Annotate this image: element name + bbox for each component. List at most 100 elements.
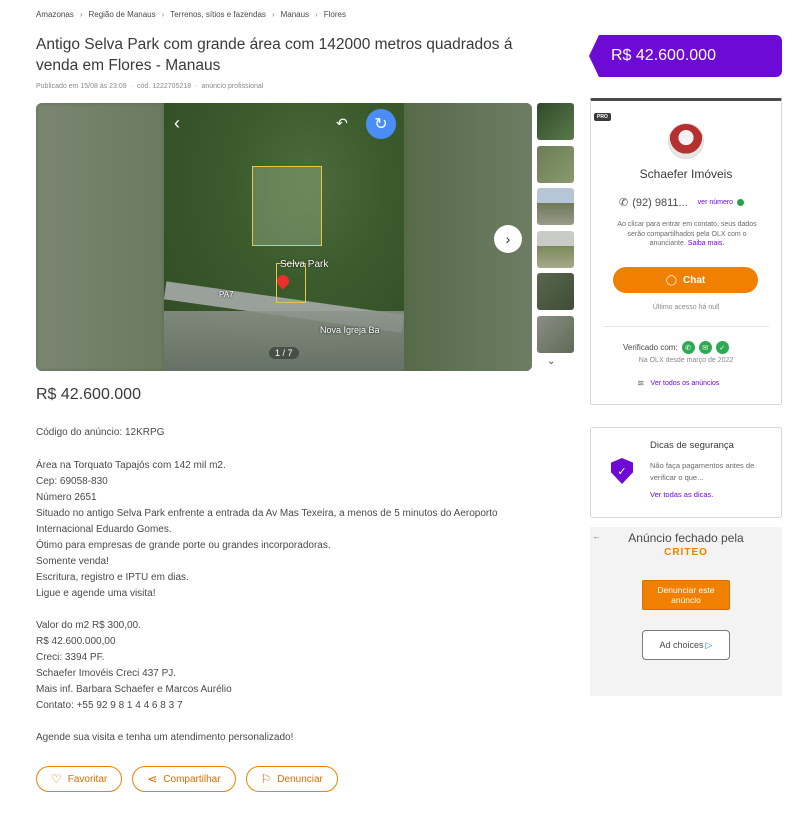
favorite-label: Favoritar [67,773,108,785]
shield-icon: ✓ [611,458,633,484]
breadcrumb-item[interactable]: Região de Manaus [88,10,155,19]
layers-icon: ≋ [637,378,645,388]
description-line: Número 2651 [36,492,97,503]
chat-button[interactable]: ◯ Chat [613,267,758,293]
chat-label: Chat [682,274,706,286]
safety-tips-card: ✓ Dicas de segurança Não faça pagamentos… [590,427,782,518]
price-tag: R$ 42.600.000 [589,35,782,77]
seller-card: PRO Schaefer Imóveis ✆ (92) 9811... ver … [590,98,782,405]
seller-name[interactable]: Schaefer Imóveis [591,167,781,181]
report-label: Denunciar [277,773,323,785]
listing-price: R$ 42.600.000 [36,386,141,403]
favorite-button[interactable]: ♡ Favoritar [36,766,123,792]
map-plot-outline [252,166,322,246]
map-label: Nova Igreja Ba [320,325,380,335]
ad-choices-label: Ad choices [659,640,704,650]
description-line: Agende sua visita e tenha um atendimento… [36,732,294,743]
description-line: Contato: +55 92 9 8 1 4 4 6 8 3 7 [36,700,183,711]
report-ad-button[interactable]: Denunciar este anúncio [642,580,730,610]
breadcrumb: Amazonas › Região de Manaus › Terrenos, … [36,10,346,19]
image-gallery[interactable]: Selva Park PA7 Nova Igreja Ba ‹ ↶ ↻ 1 / … [36,103,532,371]
listing-type: anúncio profissional [201,83,264,90]
all-ads-link[interactable]: ≋ Ver todos os anúncios [637,378,719,389]
chevron-right-icon: › [271,10,275,19]
description-line: Schaefer Imovéis Creci 437 PJ. [36,668,177,679]
description-line: Creci: 3394 PF. [36,652,105,663]
chevron-down-icon[interactable]: ⌄ [547,356,555,367]
thumbnail[interactable] [537,273,574,310]
map-label: Selva Park [280,259,329,270]
meta-separator: · [130,83,134,90]
thumbnail[interactable] [537,103,574,140]
description-line: Ligue e agende uma visita! [36,588,156,599]
breadcrumb-item[interactable]: Terrenos, sítios e fazendas [170,10,266,19]
check-icon [737,199,745,206]
thumbnail-strip [537,103,574,358]
ad-closed-text: Anúncio fechado pela [628,531,744,545]
published-date: Publicado em 15/08 às 23:09 [36,83,127,90]
last-access: Último acesso há null [652,304,720,311]
map-urban-area [164,311,404,371]
all-ads-label: Ver todos os anúncios [650,380,720,387]
heart-icon: ♡ [51,772,62,786]
thumbnail[interactable] [537,188,574,225]
description-line: Valor do m2 R$ 300,00. [36,620,141,631]
description-line: Escritura, registro e IPTU em dias. [36,572,189,583]
map-label: PA7 [219,290,234,299]
description-line: Internacional Eduardo Gomes. [36,524,172,535]
chevron-right-icon: › [161,10,165,19]
refresh-icon: ↻ [366,109,396,139]
main-photo[interactable]: Selva Park PA7 Nova Igreja Ba ‹ ↶ ↻ 1 / … [164,103,404,371]
thumbnail[interactable] [537,230,574,268]
safety-text: Não faça pagamentos antes de verificar o… [650,461,755,482]
description-line: Situado no antigo Selva Park enfrente a … [36,508,498,519]
phone-icon: ✆ [619,197,629,209]
ad-meta: Publicado em 15/08 às 23:09 · cód. 12227… [36,83,263,90]
ad-choices-icon: ▷ [705,639,713,650]
share-icon: ⋖ [147,772,158,786]
avatar[interactable] [668,123,704,159]
photo-counter: 1 / 7 [269,347,299,359]
thumbnail[interactable] [537,145,574,183]
undo-icon: ↶ [336,115,348,131]
divider [603,326,769,327]
description-line: Cep: 69058-830 [36,476,108,487]
show-number-link[interactable]: ver número [698,199,733,206]
ad-choices-button[interactable]: Ad choices ▷ [642,630,730,660]
action-bar: ♡ Favoritar ⋖ Compartilhar ⚐ Denunciar [36,766,338,792]
description-line: R$ 42.600.000,00 [36,636,116,647]
flag-icon: ⚐ [260,772,272,786]
breadcrumb-item[interactable]: Amazonas [36,10,74,19]
listing-code: cód. 1222705218 [137,83,192,90]
phone-row: ✆ (92) 9811... ver número [619,196,745,209]
ad-code: Código do anúncio: 12KRPG [36,427,165,438]
criteo-logo: CRITEO [664,547,708,558]
chevron-right-icon: › [505,231,511,247]
ad-slot: ← Anúncio fechado pela CRITEO Denunciar … [590,527,782,696]
description: Área na Torquato Tapajós com 142 mil m2.… [36,458,556,746]
phone-verified-icon: ✆ [681,341,695,354]
meta-separator: · [195,83,198,90]
chevron-right-icon: › [79,10,83,19]
safety-title: Dicas de segurança [650,440,734,451]
description-line: Área na Torquato Tapajós com 142 mil m2. [36,460,226,471]
report-button[interactable]: ⚐ Denunciar [245,766,338,792]
gallery-blur-left [36,103,164,371]
next-photo-button[interactable]: › [494,225,522,253]
share-button[interactable]: ⋖ Compartilhar [132,766,236,792]
description-line: Ótimo para empresas de grande porte ou g… [36,540,331,551]
thumbnail[interactable] [537,315,574,353]
chat-icon: ◯ [665,274,677,286]
chevron-right-icon: › [315,10,318,19]
phone-number: (92) 9811... [632,196,688,209]
safety-link[interactable]: Ver todas as dicas. [650,490,713,499]
id-verified-icon: ✓ [715,341,729,354]
share-label: Compartilhar [163,773,221,785]
breadcrumb-item[interactable]: Manaus [281,10,309,19]
pro-badge: PRO [594,113,611,121]
learn-more-link[interactable]: Saiba mais. [688,240,725,247]
breadcrumb-item[interactable]: Flores [324,10,346,19]
description-line [36,714,556,730]
email-verified-icon: ✉ [698,341,712,354]
verified-label: Verificado com: [623,343,678,352]
